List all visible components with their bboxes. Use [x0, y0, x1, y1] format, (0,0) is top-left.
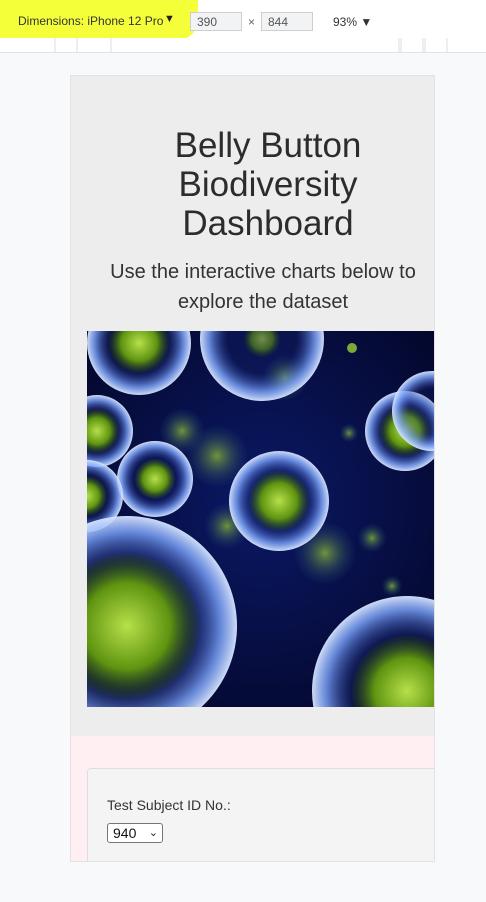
height-input[interactable]: 844 — [261, 12, 313, 31]
selector-panel: Test Subject ID No.: 940 ⌄ — [87, 768, 434, 861]
ruler-segment[interactable] — [0, 38, 54, 52]
media-query-ruler[interactable] — [0, 38, 486, 53]
ruler-segment[interactable] — [56, 38, 76, 52]
subject-id-value: 940 — [113, 825, 137, 841]
device-viewport: Belly Button Biodiversity Dashboard Use … — [70, 75, 435, 862]
times-icon: × — [248, 15, 256, 29]
chevron-down-icon: ⌄ — [148, 827, 158, 839]
subject-id-select[interactable]: 940 ⌄ — [107, 823, 163, 843]
device-select[interactable]: Dimensions: iPhone 12 Pro — [18, 14, 163, 28]
device-caret-icon[interactable]: ▼ — [164, 13, 175, 25]
ruler-segment[interactable] — [112, 38, 398, 52]
hero-image — [87, 331, 434, 707]
zoom-select[interactable]: 93% ▼ — [333, 15, 372, 29]
ruler-segment[interactable] — [448, 38, 486, 52]
ruler-segment[interactable] — [78, 38, 110, 52]
jumbotron: Belly Button Biodiversity Dashboard Use … — [71, 76, 434, 736]
microbe-illustration — [87, 331, 434, 707]
width-input[interactable]: 390 — [190, 12, 242, 31]
ruler-segment[interactable] — [402, 38, 422, 52]
subject-id-label: Test Subject ID No.: — [107, 797, 231, 813]
devtools-toolbar: Dimensions: iPhone 12 Pro ▼ 390 × 844 93… — [0, 0, 486, 40]
page-subtitle: Use the interactive charts below to expl… — [110, 261, 416, 313]
page-title: Belly Button Biodiversity Dashboard — [174, 126, 362, 243]
ruler-segment[interactable] — [426, 38, 446, 52]
